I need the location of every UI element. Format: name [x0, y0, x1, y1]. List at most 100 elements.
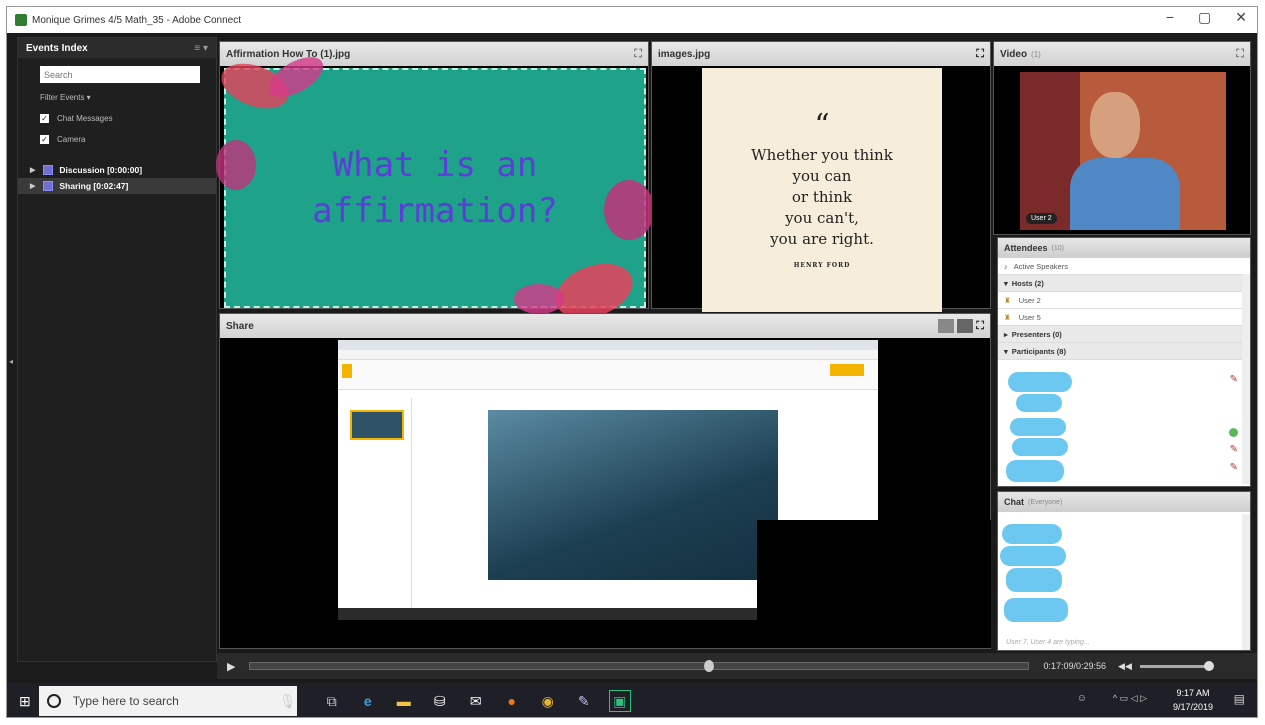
attendee-row[interactable]: ♜ User 2	[998, 292, 1250, 309]
affirmation-line-1: What is an	[332, 145, 538, 185]
close-button[interactable]: ✕	[1235, 9, 1247, 26]
playback-time: 0:17:09/0:29:56	[1043, 661, 1107, 671]
collapse-left-icon[interactable]: ◂	[9, 357, 13, 366]
browser-tabs	[338, 340, 878, 350]
pod-title: images.jpg	[658, 48, 711, 60]
mail-icon[interactable]: ✉	[465, 690, 487, 712]
hosts-group[interactable]: ▾ Hosts (2)	[998, 275, 1250, 292]
status-icon	[1229, 428, 1238, 437]
video-pod: Video (1) ⛶ User 2	[993, 41, 1251, 235]
redacted-name	[1012, 438, 1068, 456]
redacted-message	[1000, 546, 1066, 566]
notification-icon[interactable]: ▤	[1234, 692, 1245, 706]
minimize-button[interactable]: −	[1166, 9, 1174, 26]
task-view-icon[interactable]: ⧉	[321, 690, 343, 712]
chat-title: Chat	[1004, 497, 1024, 507]
status-icon: ✎	[1229, 374, 1238, 385]
play-button[interactable]: ▶	[227, 660, 235, 673]
system-tray-icons[interactable]: ^ ▭ ◁ ▷	[1113, 693, 1147, 704]
chat-scope: (Everyone)	[1028, 498, 1063, 506]
events-index-header: Events Index ≡ ▾	[18, 38, 216, 58]
pod-title: Share	[226, 320, 254, 332]
affirmation-image: What is an affirmation?	[215, 49, 654, 329]
chat-scrollbar[interactable]	[1242, 514, 1250, 650]
black-overlay	[757, 520, 991, 648]
windows-start-icon[interactable]: ⊞	[19, 693, 31, 710]
redacted-message	[1002, 524, 1062, 544]
quote-mark: “	[814, 108, 830, 143]
quote-line: you can't,	[785, 209, 859, 227]
person-face	[1090, 92, 1140, 158]
affirmation-pod: Affirmation How To (1).jpg ⛶ What is an …	[215, 41, 654, 329]
quote-line: you can	[792, 167, 852, 185]
pod-title: Affirmation How To (1).jpg	[226, 48, 351, 60]
checkbox-checked-icon: ✓	[40, 135, 49, 144]
taskbar-clock[interactable]: 9:17 AM 9/17/2019	[1173, 686, 1213, 714]
fit-width-icon[interactable]	[938, 319, 955, 333]
fit-screen-icon[interactable]	[957, 319, 974, 333]
host-icon: ♜	[1004, 312, 1011, 322]
fullscreen-icon[interactable]: ⛶	[634, 48, 642, 61]
app-icon	[15, 14, 27, 26]
window-title: Monique Grimes 4/5 Math_35 - Adobe Conne…	[32, 14, 242, 26]
chat-messages-checkbox[interactable]: ✓ Chat Messages	[40, 114, 216, 123]
user-tag: User 2	[1026, 213, 1057, 224]
attendees-header: Attendees (10)	[998, 238, 1250, 258]
paint-icon[interactable]: ✎	[573, 690, 595, 712]
slide-thumbnails	[342, 398, 412, 608]
presenters-group[interactable]: ▸ Presenters (0)	[998, 326, 1250, 343]
share-pod: Share ⛶	[219, 313, 991, 649]
camera-checkbox[interactable]: ✓ Camera	[40, 135, 216, 144]
events-search-input[interactable]	[40, 66, 200, 83]
participants-label: Participants (8)	[1011, 346, 1066, 356]
panel-menu-icon[interactable]: ≡ ▾	[194, 43, 208, 54]
attendees-scrollbar[interactable]	[1242, 274, 1250, 484]
slides-toolbar	[338, 360, 878, 390]
attendee-name: User 5	[1018, 312, 1041, 322]
chat-header: Chat (Everyone)	[998, 492, 1250, 512]
person-body	[1070, 158, 1180, 230]
timeline-handle[interactable]	[704, 660, 715, 672]
pod-title: Video	[1000, 48, 1028, 60]
checkbox-label: Chat Messages	[57, 114, 113, 123]
layout-icon	[43, 165, 54, 175]
volume-icon[interactable]: ◀◀	[1118, 661, 1132, 672]
collapse-icon: ▾	[1004, 278, 1008, 288]
title-bar: Monique Grimes 4/5 Math_35 - Adobe Conne…	[7, 7, 1257, 33]
video-count: (1)	[1031, 49, 1041, 59]
webcam-feed: User 2	[1020, 72, 1226, 230]
taskbar-search-box[interactable]: Type here to search	[38, 686, 297, 716]
store-icon[interactable]: ⛁	[429, 690, 451, 712]
file-explorer-icon[interactable]: ▬	[393, 690, 415, 712]
quote-line: or think	[791, 188, 853, 206]
filter-events-dropdown[interactable]: Filter Events ▾	[40, 93, 216, 102]
presenters-label: Presenters (0)	[1011, 329, 1062, 339]
attendee-row[interactable]: ♜ User 5	[998, 309, 1250, 326]
microphone-icon[interactable]: 🎙	[277, 690, 299, 712]
event-label: Discussion [0:00:00]	[59, 165, 143, 175]
event-item-sharing[interactable]: ▶ Sharing [0:02:47]	[18, 178, 216, 194]
people-icon[interactable]: ☺	[1077, 693, 1087, 704]
firefox-icon[interactable]: ●	[501, 690, 523, 712]
hosts-label: Hosts (2)	[1011, 278, 1044, 288]
adobe-connect-icon[interactable]: ▣	[608, 690, 631, 712]
chrome-icon[interactable]: ◉	[537, 690, 559, 712]
timeline-slider[interactable]	[249, 660, 1030, 672]
windows-taskbar: ⊞ Type here to search 🎙 ⧉ e ▬ ⛁ ✉ ● ◉ ✎ …	[7, 683, 1257, 717]
events-index-title: Events Index	[26, 42, 88, 54]
volume-handle[interactable]	[1203, 660, 1214, 671]
maximize-button[interactable]: ▢	[1198, 9, 1211, 26]
checkbox-checked-icon: ✓	[40, 114, 49, 123]
event-item-discussion[interactable]: ▶ Discussion [0:00:00]	[18, 162, 216, 178]
expand-icon: ▶	[30, 183, 36, 190]
taskbar-search-text: Type here to search	[72, 694, 179, 708]
flower-decoration	[514, 284, 564, 314]
fullscreen-icon[interactable]: ⛶	[1236, 48, 1244, 61]
pod-header: Affirmation How To (1).jpg ⛶	[220, 42, 648, 66]
volume-slider[interactable]	[1139, 660, 1214, 671]
fullscreen-icon[interactable]: ⛶	[976, 320, 984, 333]
clock-time: 9:17 AM	[1176, 688, 1210, 698]
edge-icon[interactable]: e	[357, 690, 379, 712]
fullscreen-icon[interactable]: ⛶	[976, 48, 984, 61]
participants-group[interactable]: ▾ Participants (8)	[998, 343, 1250, 360]
